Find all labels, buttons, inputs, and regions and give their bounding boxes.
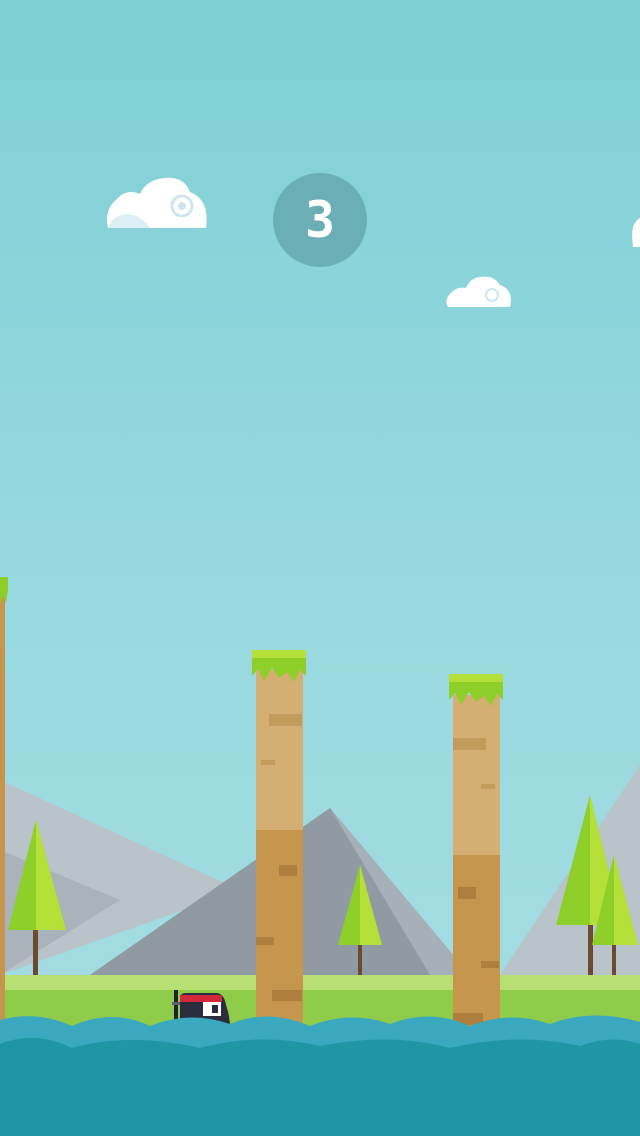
score-badge: 3 [273, 173, 367, 267]
mountains [0, 765, 640, 975]
background-art [0, 177, 640, 1136]
cloud-icon [446, 276, 511, 307]
cloud-icon [632, 218, 640, 247]
score-counter: 3 [304, 191, 336, 249]
game-scene[interactable]: 3 [0, 0, 640, 1136]
cloud-icon [107, 177, 207, 228]
water [0, 1015, 640, 1136]
pillar [449, 674, 503, 1030]
grass-strip [0, 975, 640, 991]
pillar [252, 650, 306, 1030]
